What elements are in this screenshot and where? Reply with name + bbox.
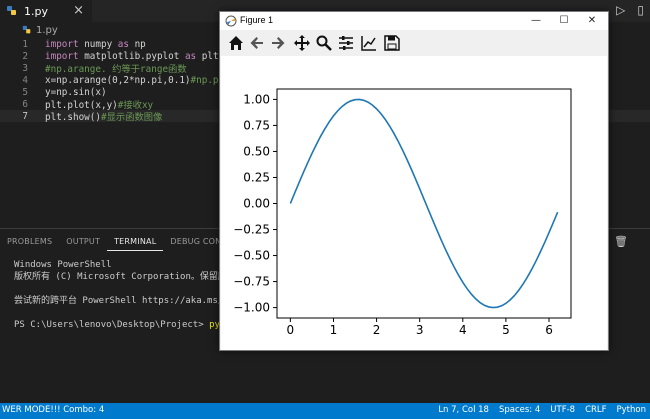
editor-tab-1py[interactable]: 1.py × (0, 0, 92, 22)
tab-output[interactable]: OUTPUT (59, 235, 107, 251)
line-number: 7 (22, 110, 28, 122)
code-text: x=np.arange(0,2*np.pi,0.1)#np.pi=3. (45, 75, 241, 86)
cursor-position[interactable]: Ln 7, Col 18 (438, 405, 489, 415)
code-text: #np.arange. 约等于range函数 (45, 61, 187, 75)
series-line-sin (289, 98, 559, 309)
zoom-icon[interactable] (315, 34, 333, 52)
code-token: import (45, 50, 79, 62)
editor-tab-label: 1.py (24, 4, 48, 18)
x-tick-label: 4 (459, 323, 467, 337)
tab-problems[interactable]: PROBLEMS (0, 235, 59, 251)
figure-window: Figure 1 — ☐ ✕ 0 1 2 3 4 5 6 1.00 0.75 0… (219, 11, 609, 351)
y-tick-label: 0.50 (243, 144, 270, 158)
x-tick-label: 6 (545, 323, 553, 337)
python-file-icon (22, 25, 31, 34)
encoding-status[interactable]: UTF-8 (550, 405, 575, 415)
code-token: plt.show() (45, 112, 101, 123)
x-tick-label: 0 (287, 323, 295, 337)
line-number: 6 (22, 98, 28, 110)
code-token: np (128, 38, 146, 50)
line-number: 2 (22, 50, 28, 62)
x-tick-label: 3 (416, 323, 424, 337)
subplots-config-icon[interactable] (337, 34, 355, 52)
figure-toolbar (220, 32, 608, 54)
run-icon[interactable]: ▷ (616, 3, 625, 17)
pan-icon[interactable] (293, 34, 311, 52)
split-editor-icon[interactable]: ▯ (637, 3, 644, 17)
python-file-icon (7, 6, 16, 15)
line-number: 4 (22, 74, 28, 86)
axes-frame (276, 88, 572, 319)
language-status[interactable]: Python (617, 405, 646, 415)
terminal-line: 版权所有 (C) Microsoft Corporation。保留所有 (14, 272, 236, 282)
code-token: #显示函数图像 (100, 112, 163, 123)
y-tick-label: 0.75 (243, 118, 270, 132)
figure-title: Figure 1 (240, 15, 274, 25)
y-tick-label: −1.00 (233, 301, 270, 315)
x-tick-label: 5 (502, 323, 510, 337)
line-number: 3 (22, 62, 28, 74)
figure-titlebar[interactable]: Figure 1 — ☐ ✕ (220, 12, 608, 30)
save-icon[interactable] (383, 34, 401, 52)
code-text: y=np.sin(x) (45, 87, 107, 98)
edit-axis-icon[interactable] (360, 34, 378, 52)
y-tick-label: 0.00 (243, 197, 270, 211)
figure-canvas[interactable]: 0 1 2 3 4 5 6 1.00 0.75 0.50 0.25 0.00 −0.25 −0.50 −0.… (221, 56, 607, 350)
minimize-button[interactable]: — (522, 12, 550, 30)
power-mode-status: WER MODE!!! Combo: 4 (2, 405, 105, 415)
code-text: import numpy as np (45, 39, 146, 50)
code-token: x=np.arange(0,2*np.pi,0.1) (45, 74, 191, 86)
code-token: numpy (78, 38, 118, 50)
sine-plot[interactable]: 0 1 2 3 4 5 6 1.00 0.75 0.50 0.25 0.00 −0.25 −0.50 −0.… (221, 56, 607, 350)
editor-actions: ▷ ▯ (616, 3, 644, 17)
status-bar: WER MODE!!! Combo: 4 Ln 7, Col 18 Spaces… (0, 403, 650, 419)
y-tick-label: 0.25 (243, 170, 270, 184)
trash-icon[interactable]: 🗑 (614, 235, 628, 248)
code-token: matplotlib.pyplot (78, 50, 185, 62)
code-token: as (117, 38, 129, 50)
eol-status[interactable]: CRLF (585, 405, 606, 415)
close-icon[interactable]: × (73, 3, 84, 18)
matplotlib-logo-icon (225, 15, 237, 27)
code-token: y=np.sin(x) (45, 86, 107, 98)
indentation-status[interactable]: Spaces: 4 (499, 405, 540, 415)
forward-arrow-icon[interactable] (269, 34, 287, 52)
maximize-button[interactable]: ☐ (550, 12, 578, 30)
x-tick-label: 2 (373, 323, 381, 337)
code-token: as (184, 50, 197, 62)
code-text: import matplotlib.pyplot as plt (45, 51, 219, 62)
line-number: 1 (22, 38, 28, 50)
x-tick-label: 1 (330, 323, 338, 337)
terminal-line: 尝试新的跨平台 PowerShell https://aka.ms/psc (14, 296, 240, 306)
back-arrow-icon[interactable] (248, 34, 266, 52)
code-token: import (45, 38, 79, 50)
home-icon[interactable] (227, 34, 245, 52)
terminal-prompt-line: PS C:\Users\lenovo\Desktop\Project> pyth… (14, 319, 242, 331)
code-text: plt.show()#显示函数图像 (45, 109, 162, 123)
breadcrumb-file[interactable]: 1.py (36, 25, 58, 36)
y-tick-label: −0.75 (233, 275, 270, 289)
y-tick-label: −0.25 (233, 223, 270, 237)
terminal-prompt: PS C:\Users\lenovo\Desktop\Project> (14, 320, 210, 330)
code-token: plt (196, 50, 219, 62)
line-number: 5 (22, 86, 28, 98)
terminal-line: Windows PowerShell (14, 260, 112, 270)
y-tick-label: 1.00 (243, 92, 270, 106)
terminal-output[interactable]: Windows PowerShell 版权所有 (C) Microsoft Cor… (14, 259, 242, 331)
panel-tabs: PROBLEMS OUTPUT TERMINAL DEBUG CONSOLE (0, 235, 250, 251)
y-tick-label: −0.50 (233, 249, 270, 263)
vscode-window: 1.py × ▷ ▯ 1.py 1 import numpy as np 2 impo… (0, 0, 650, 419)
tab-terminal[interactable]: TERMINAL (107, 235, 164, 251)
close-window-button[interactable]: ✕ (578, 12, 606, 30)
